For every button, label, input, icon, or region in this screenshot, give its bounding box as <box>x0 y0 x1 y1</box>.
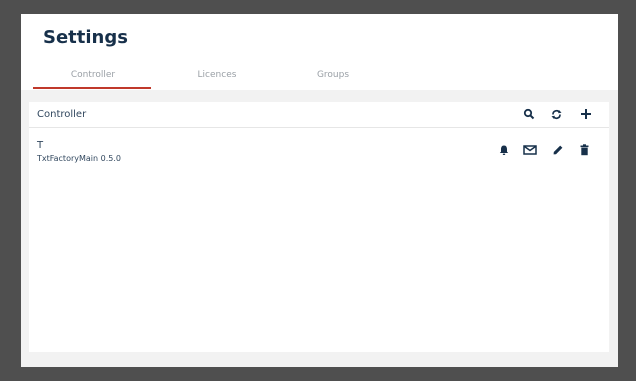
tab-groups[interactable]: Groups <box>297 70 369 80</box>
refresh-icon[interactable] <box>548 106 564 122</box>
tab-licences[interactable]: Licences <box>181 70 253 80</box>
edit-icon[interactable] <box>550 142 566 158</box>
page-title: Settings <box>43 27 128 48</box>
controller-row[interactable]: T TxtFactoryMain 0.5.0 <box>29 132 609 172</box>
active-tab-indicator <box>33 87 151 89</box>
tab-controller[interactable]: Controller <box>57 70 129 80</box>
mail-icon[interactable] <box>522 142 538 158</box>
panel-header: Controller <box>29 102 609 128</box>
settings-window: Settings Controller Licences Groups Cont… <box>21 14 618 367</box>
controller-version: TxtFactoryMain 0.5.0 <box>37 154 121 163</box>
panel-title: Controller <box>37 109 87 120</box>
delete-icon[interactable] <box>576 142 592 158</box>
add-icon[interactable] <box>578 106 594 122</box>
controller-name: T <box>37 140 44 151</box>
bell-icon[interactable] <box>496 142 512 158</box>
settings-header: Settings Controller Licences Groups <box>21 14 618 90</box>
controller-panel: Controller T TxtFactoryMain 0.5.0 <box>29 102 609 352</box>
search-icon[interactable] <box>521 106 537 122</box>
